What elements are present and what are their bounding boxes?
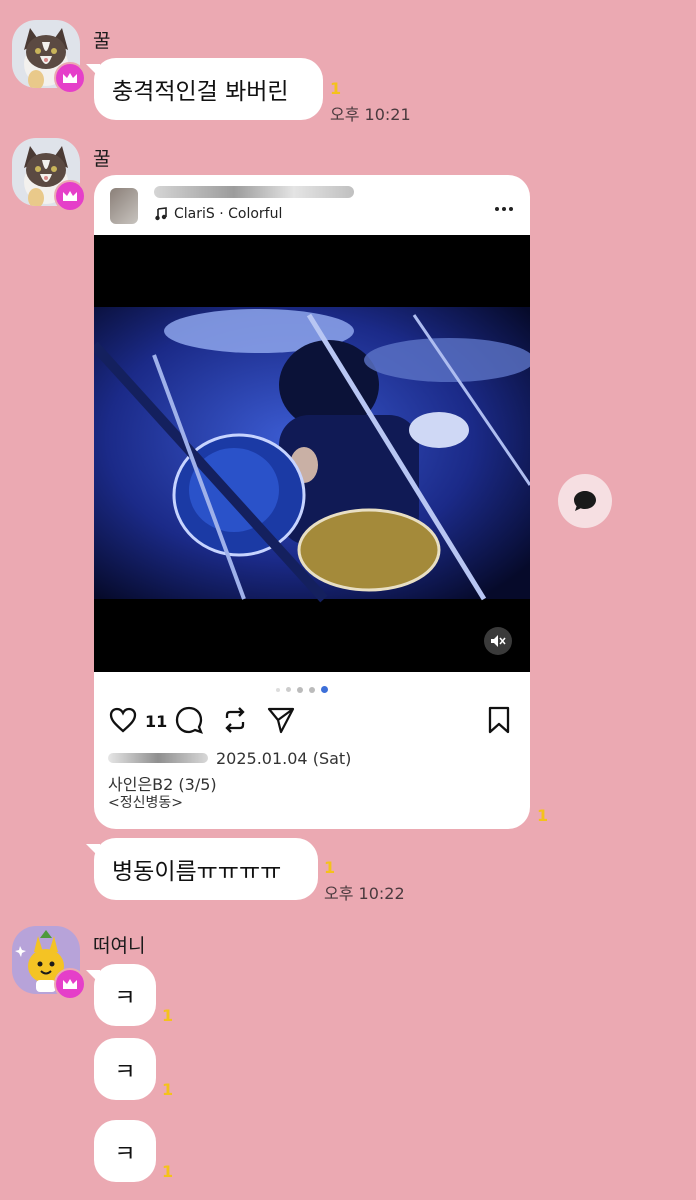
post-music-label[interactable]: ClariS · Colorful [174,206,282,222]
message-text: 충격적인걸 봐버린 [112,79,289,105]
shared-post-card[interactable]: ClariS · Colorful 11 2025.01.04 (Sat) 사인… [94,175,530,829]
profile-thumbnail[interactable] [110,188,138,224]
more-icon[interactable] [494,197,514,216]
message-bubble[interactable]: ㅋ [94,1038,156,1100]
message-bubble[interactable]: 충격적인걸 봐버린 [86,58,323,120]
bookmark-icon[interactable] [487,706,511,738]
mute-icon[interactable] [484,627,512,655]
speech-bubble-icon [574,491,596,511]
caption-username-blurred[interactable] [108,753,208,763]
crown-icon [54,968,86,1000]
carousel-dots [276,686,328,693]
message-time: 오후 10:22 [324,884,405,903]
repost-icon[interactable] [221,706,249,738]
message-text: ㅋ [114,985,136,1011]
reply-button[interactable] [558,474,612,528]
message-bubble[interactable]: ㅋ [94,1120,156,1182]
comment-icon[interactable] [175,706,203,738]
message-text: 병동이름ㅠㅠㅠㅠ [112,859,282,885]
unread-count: 1 [162,1080,174,1099]
unread-count: 1 [537,806,549,825]
post-header: ClariS · Colorful [94,175,530,235]
heart-icon[interactable] [109,707,137,737]
sender-name: 떠여니 [93,935,146,957]
music-note-icon [154,206,168,225]
drummer-photo [94,307,530,603]
like-count: 11 [145,712,168,731]
post-date: 2025.01.04 (Sat) [216,749,352,768]
crown-icon [54,180,86,212]
caption-line: <정신병동> [108,795,183,811]
unread-count: 1 [162,1006,174,1025]
share-icon[interactable] [267,706,295,738]
message-text: ㅋ [114,1141,136,1167]
unread-count: 1 [324,858,336,877]
sender-name: 꿀 [93,148,111,170]
crown-icon [54,62,86,94]
unread-count: 1 [330,79,342,98]
sender-name: 꿀 [93,30,111,52]
username-blurred[interactable] [154,186,354,198]
message-bubble[interactable]: ㅋ [86,964,156,1026]
post-video[interactable] [94,235,530,672]
post-actions: 11 [94,695,530,745]
message-time: 오후 10:21 [330,105,411,124]
unread-count: 1 [162,1162,174,1181]
message-bubble[interactable]: 병동이름ㅠㅠㅠㅠ [86,838,318,900]
message-text: ㅋ [114,1059,136,1085]
